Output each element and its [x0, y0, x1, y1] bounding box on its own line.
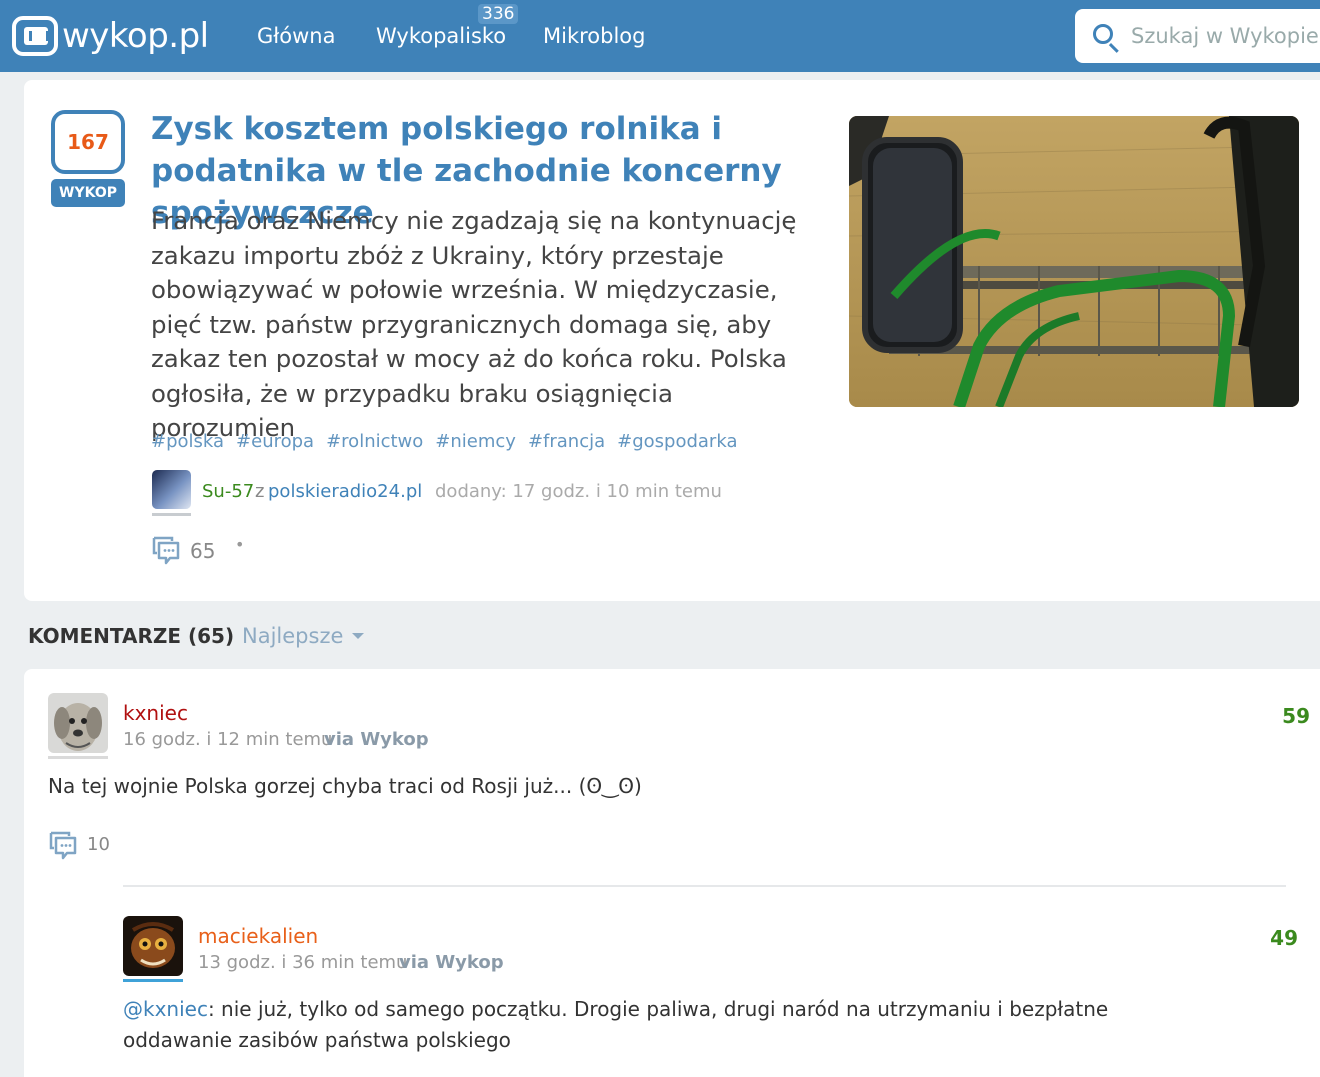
- comment-text: : nie już, tylko od samego początku. Dro…: [123, 997, 1109, 1052]
- article-meta: Su-57 z polskieradio24.pl dodany: 17 god…: [151, 470, 851, 516]
- comment-time: 16 godz. i 12 min temu: [123, 729, 333, 750]
- tag-link[interactable]: #gospodarka: [617, 431, 737, 452]
- author-avatar[interactable]: [152, 470, 191, 516]
- comments-list: kxniec 16 godz. i 12 min temu via Wykop …: [24, 669, 1320, 1077]
- comment-time: 13 godz. i 36 min temu: [198, 952, 408, 973]
- vote-count: 167: [51, 110, 125, 174]
- comment-author[interactable]: kxniec: [123, 701, 188, 725]
- comment-via: via Wykop: [399, 952, 504, 973]
- reply-divider: [123, 885, 1286, 887]
- comment-body: @kxniec: nie już, tylko od samego począt…: [123, 994, 1223, 1056]
- chevron-down-icon[interactable]: [352, 633, 364, 639]
- alien-avatar-image: [123, 916, 183, 976]
- search-input[interactable]: [1131, 19, 1320, 53]
- tag-link[interactable]: #europa: [236, 431, 314, 452]
- comments-icon: [152, 536, 180, 565]
- article-tags: #polska #europa #rolnictwo #niemcy #francja #…: [151, 431, 749, 452]
- tag-link[interactable]: #niemcy: [435, 431, 516, 452]
- comments-count: 65: [190, 539, 216, 563]
- wykop-logo[interactable]: wykop.pl: [12, 14, 209, 58]
- nav-link-mikroblog[interactable]: Mikroblog: [543, 0, 645, 72]
- author-link[interactable]: Su-57: [202, 481, 254, 502]
- avatar[interactable]: [123, 916, 183, 976]
- replies-icon[interactable]: [48, 830, 78, 860]
- tag-link[interactable]: #francja: [528, 431, 605, 452]
- logo-text: wykop.pl: [62, 16, 209, 56]
- avatar-status-bar: [123, 979, 183, 982]
- comment-votes[interactable]: 59: [1282, 704, 1310, 728]
- article-description: Francja oraz Niemcy nie zgadzają się na …: [151, 206, 797, 442]
- added-date: dodany: 17 godz. i 10 min temu: [435, 481, 722, 502]
- combine-harvester-image: [849, 116, 1299, 407]
- avatar[interactable]: [48, 693, 108, 753]
- search-icon[interactable]: [1093, 24, 1113, 44]
- replies-count[interactable]: 10: [87, 834, 110, 855]
- tag-link[interactable]: #polska: [151, 431, 224, 452]
- comment-body: Na tej wojnie Polska gorzej chyba traci …: [48, 774, 642, 798]
- article-card: 167 WYKOP Zysk kosztem polskiego rolnika…: [24, 80, 1320, 601]
- from-label: z: [255, 481, 265, 502]
- avatar-status-bar: [48, 756, 108, 759]
- mention-link[interactable]: @kxniec: [123, 997, 208, 1021]
- source-link[interactable]: polskieradio24.pl: [268, 481, 422, 502]
- comments-sort-dropdown[interactable]: Najlepsze: [242, 624, 343, 648]
- separator-dot: •: [235, 535, 245, 554]
- comments-section-title: KOMENTARZE (65): [28, 624, 235, 648]
- article-thumbnail[interactable]: [849, 116, 1299, 407]
- nav-link-glowna[interactable]: Główna: [257, 0, 335, 72]
- wykop-logo-icon: [12, 16, 58, 56]
- comment-via: via Wykop: [324, 729, 429, 750]
- comment-author[interactable]: maciekalien: [198, 924, 318, 948]
- wykopalisko-count-badge: 336: [478, 4, 519, 24]
- dog-avatar-image: [48, 693, 108, 753]
- comment-votes[interactable]: 49: [1270, 926, 1298, 950]
- wykop-button[interactable]: WYKOP: [51, 179, 125, 207]
- top-navigation-bar: wykop.pl Główna Wykopalisko 336 Mikroblo…: [0, 0, 1320, 72]
- tag-link[interactable]: #rolnictwo: [326, 431, 423, 452]
- search-box: [1075, 9, 1320, 63]
